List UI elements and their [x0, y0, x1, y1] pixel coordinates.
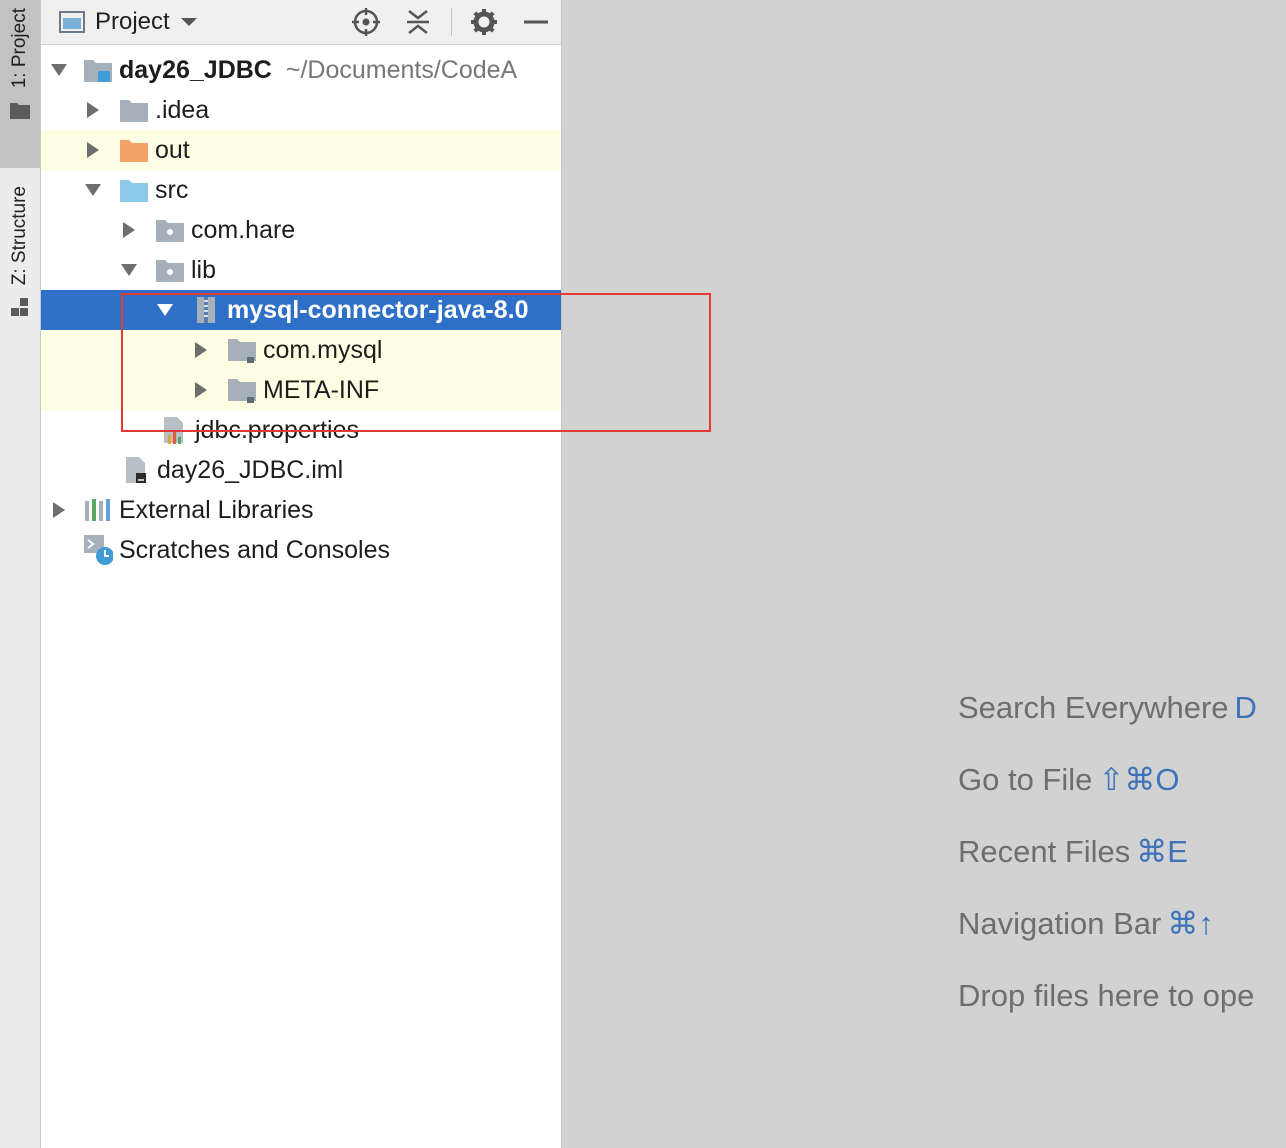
hint-label: Recent Files	[958, 834, 1131, 869]
tool-window-stripe: 1: Project Z: Structure	[0, 0, 41, 1148]
tree-row-iml[interactable]: day26_JDBC.iml	[41, 450, 561, 490]
view-selector[interactable]: Project	[59, 0, 198, 44]
collapsed-arrow-icon[interactable]	[119, 220, 139, 240]
tree-label: Scratches and Consoles	[119, 535, 390, 564]
hint-label: Search Everywhere	[958, 690, 1229, 725]
hint-shortcut: D	[1234, 690, 1257, 725]
expanded-arrow-icon[interactable]	[155, 300, 175, 320]
tree-label: out	[155, 135, 190, 164]
library-folder-icon	[227, 335, 257, 365]
output-folder-icon	[119, 135, 149, 165]
tree-label: com.mysql	[263, 335, 383, 364]
hint-label: Navigation Bar	[958, 906, 1162, 941]
hint-shortcut: ⇧⌘O	[1098, 762, 1180, 797]
hint-recent-files: Recent Files ⌘E	[958, 834, 1257, 906]
tree-row-external-libraries[interactable]: External Libraries	[41, 490, 561, 530]
package-icon	[155, 215, 185, 245]
hint-drop-files: Drop files here to ope	[958, 978, 1257, 1050]
tree-row-scratches[interactable]: Scratches and Consoles	[41, 530, 561, 570]
expanded-arrow-icon[interactable]	[49, 60, 69, 80]
expanded-arrow-icon[interactable]	[83, 180, 103, 200]
collapsed-arrow-icon[interactable]	[49, 500, 69, 520]
tree-row-meta-inf[interactable]: META-INF	[41, 370, 561, 410]
jar-archive-icon	[191, 295, 221, 325]
tree-label: src	[155, 175, 189, 204]
tree-label: day26_JDBC	[119, 55, 272, 84]
expanded-arrow-icon[interactable]	[119, 260, 139, 280]
hint-label: Go to File	[958, 762, 1093, 797]
module-folder-icon	[83, 55, 113, 85]
project-tool-button[interactable]: 1: Project	[0, 0, 40, 168]
tree-label: jdbc.properties	[195, 415, 359, 444]
module-file-icon	[121, 455, 151, 485]
structure-tab-label: Z: Structure	[9, 186, 30, 286]
tree-row-idea[interactable]: .idea	[41, 90, 561, 130]
module-path: ~/Documents/CodeA	[285, 55, 518, 84]
properties-file-icon	[159, 415, 189, 445]
tree-label: .idea	[155, 95, 210, 124]
tree-label: lib	[191, 255, 217, 284]
scratches-icon	[83, 535, 113, 565]
toolbar-separator	[451, 8, 452, 36]
tree-row-src[interactable]: src	[41, 170, 561, 210]
project-toolbar: Project	[41, 0, 561, 45]
tree-row-com-hare[interactable]: com.hare	[41, 210, 561, 250]
gear-icon[interactable]	[469, 7, 499, 37]
hint-label: Drop files here to ope	[958, 978, 1255, 1013]
hint-go-to-file: Go to File ⇧⌘O	[958, 762, 1257, 834]
folder-icon	[119, 95, 149, 125]
toolbar-title: Project	[95, 8, 170, 35]
hint-navigation-bar: Navigation Bar ⌘↑	[958, 906, 1257, 978]
project-panel: Project day26_JDBC ~/Documents/CodeA .id…	[41, 0, 562, 1148]
tree-row-module[interactable]: day26_JDBC ~/Documents/CodeA	[41, 50, 561, 90]
locate-icon[interactable]	[351, 7, 381, 37]
collapse-all-icon[interactable]	[403, 7, 433, 37]
source-folder-icon	[119, 175, 149, 205]
hint-search-everywhere: Search Everywhere D	[958, 690, 1257, 762]
tree-label: mysql-connector-java-8.0	[227, 295, 529, 324]
structure-tool-button[interactable]: Z: Structure	[0, 186, 40, 356]
collapsed-arrow-icon[interactable]	[191, 340, 211, 360]
tree-row-com-mysql[interactable]: com.mysql	[41, 330, 561, 370]
minimize-icon[interactable]	[521, 7, 551, 37]
tree-label: day26_JDBC.iml	[157, 455, 344, 484]
project-tab-label: 1: Project	[9, 8, 30, 89]
tree-row-jdbc-properties[interactable]: jdbc.properties	[41, 410, 561, 450]
collapsed-arrow-icon[interactable]	[83, 100, 103, 120]
package-icon	[155, 255, 185, 285]
collapsed-arrow-icon[interactable]	[83, 140, 103, 160]
collapsed-arrow-icon[interactable]	[191, 380, 211, 400]
tree-row-mysql-connector[interactable]: mysql-connector-java-8.0	[41, 290, 561, 330]
tree-row-out[interactable]: out	[41, 130, 561, 170]
tree-label: META-INF	[263, 375, 380, 404]
project-view-icon	[59, 11, 85, 33]
library-folder-icon	[227, 375, 257, 405]
structure-icon	[11, 298, 28, 317]
hint-shortcut: ⌘E	[1136, 834, 1188, 869]
hint-shortcut: ⌘↑	[1167, 906, 1214, 941]
tree-label: External Libraries	[119, 495, 314, 524]
libraries-icon	[83, 495, 113, 525]
folder-icon	[10, 103, 30, 120]
tree-label: com.hare	[191, 215, 296, 244]
tree-row-lib[interactable]: lib	[41, 250, 561, 290]
empty-editor-hints: Search Everywhere D Go to File ⇧⌘O Recent …	[958, 690, 1257, 1050]
chevron-down-icon	[180, 18, 197, 26]
